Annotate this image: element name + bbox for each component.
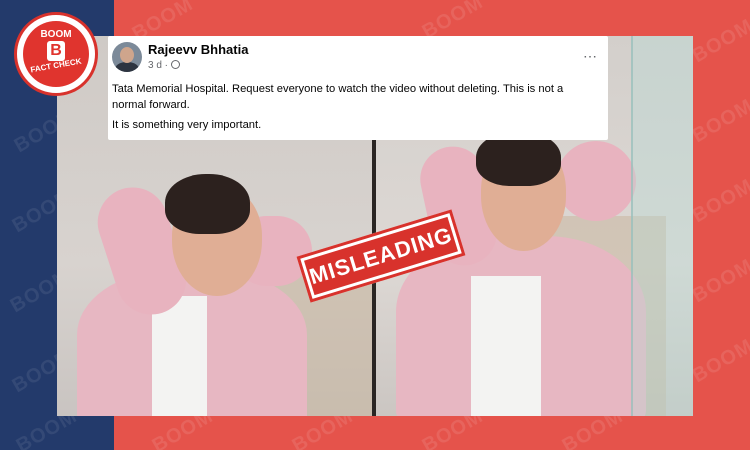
badge-top-text: BOOM (40, 29, 72, 40)
post-meta: 3 d · (148, 60, 181, 71)
badge-letter: B (47, 41, 65, 61)
post-timestamp[interactable]: 3 d (148, 60, 162, 71)
shower-glass (631, 36, 693, 416)
post-text-line: It is something very important. (112, 119, 262, 131)
boom-fact-check-logo: BOOM B FACT CHECK (14, 12, 98, 96)
facebook-post-card: Rajeevv Bhhatia 3 d · ⋯ Tata Memorial Ho… (108, 36, 608, 140)
avatar[interactable] (112, 42, 142, 72)
poster-name[interactable]: Rajeevv Bhhatia (148, 42, 248, 57)
post-text: Tata Memorial Hospital. Request everyone… (112, 82, 600, 139)
globe-icon (171, 60, 181, 69)
post-text-line: Tata Memorial Hospital. Request everyone… (112, 83, 564, 111)
more-options-icon[interactable]: ⋯ (583, 48, 598, 65)
